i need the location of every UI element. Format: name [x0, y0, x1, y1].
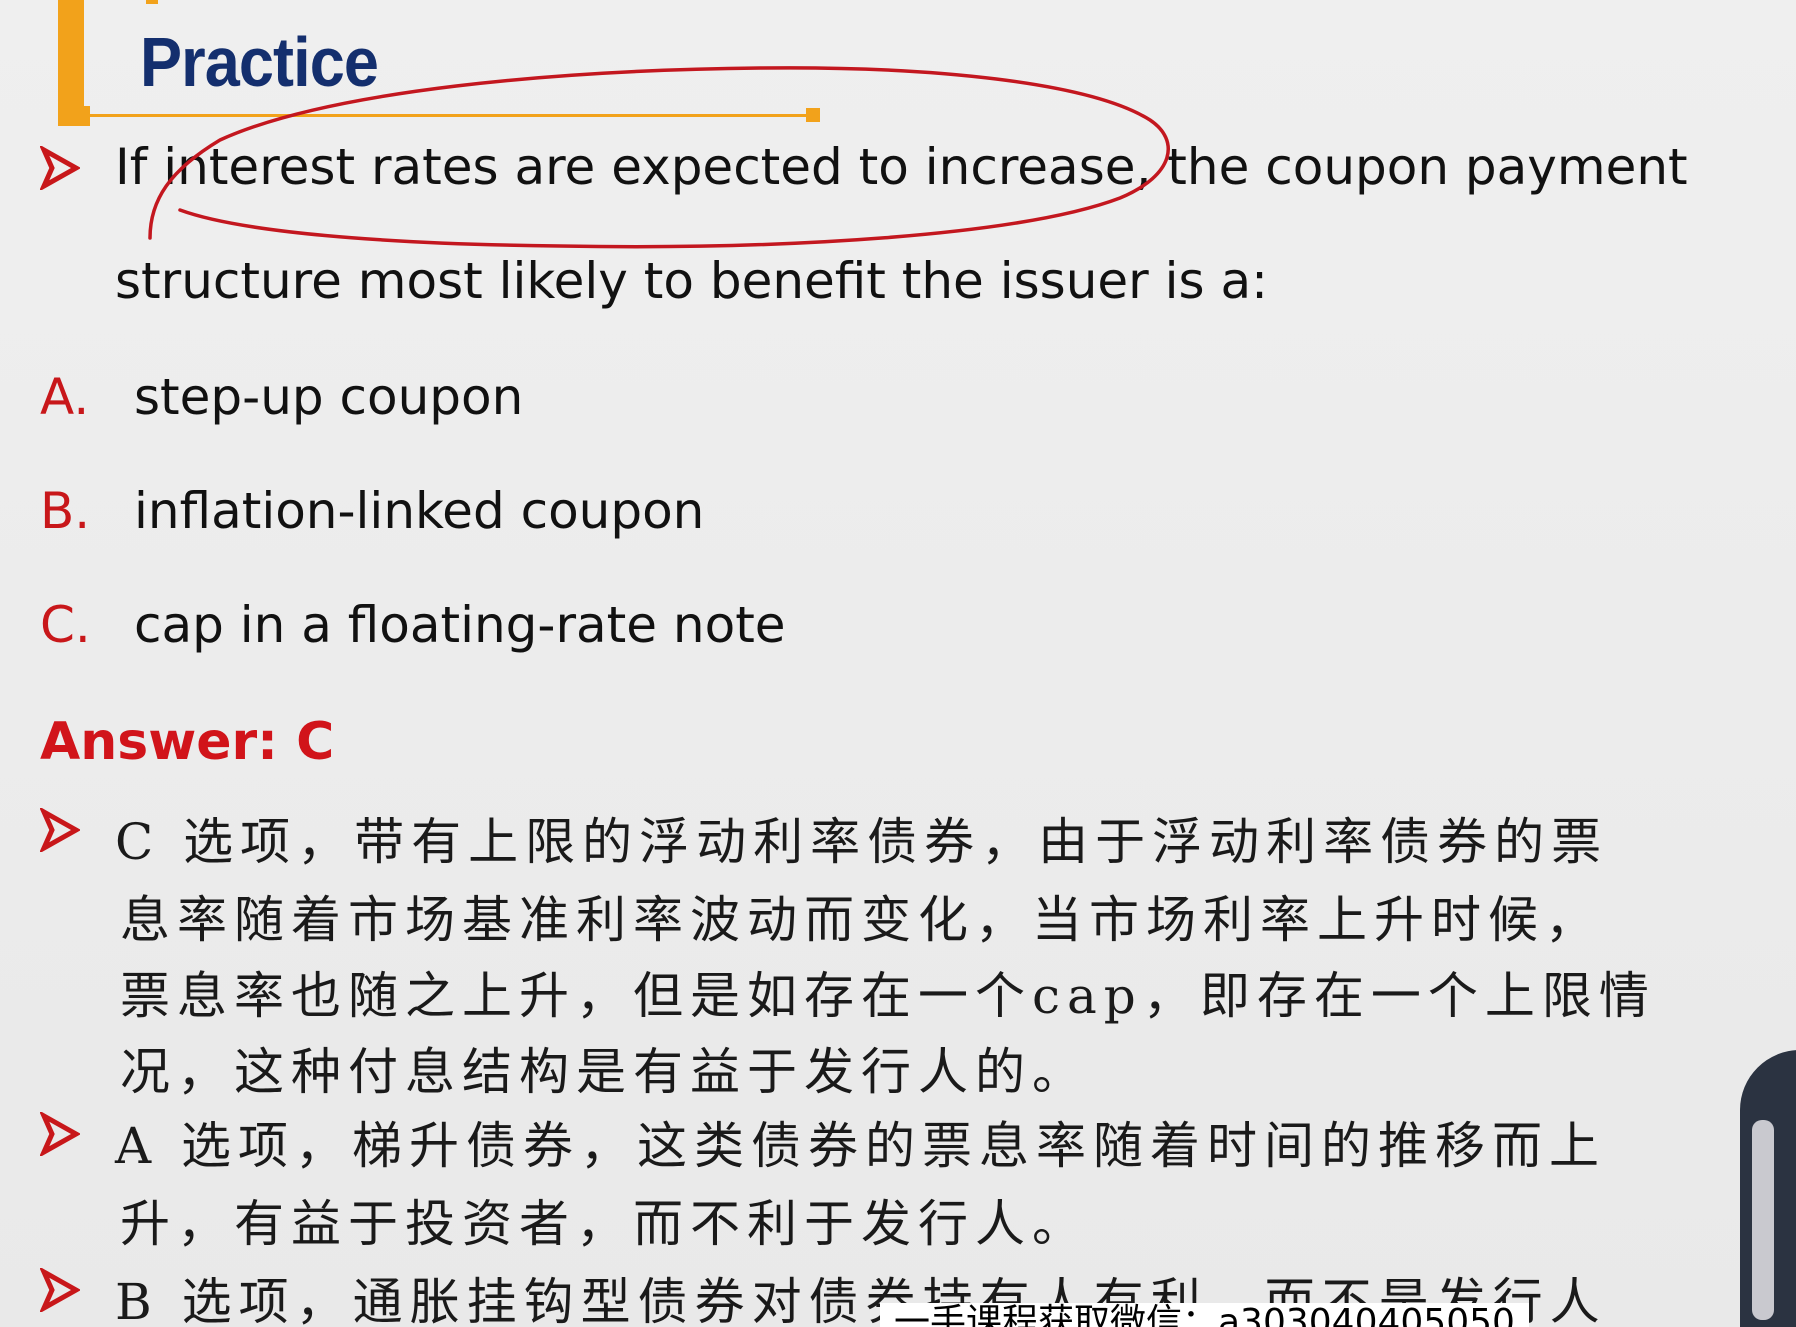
title-top-tick-decoration [146, 0, 158, 4]
option-a-text: step-up coupon [134, 368, 524, 426]
title-underline-end-dot [806, 108, 820, 122]
option-c-text: cap in a floating-rate note [134, 596, 786, 654]
bullet-arrow-icon [40, 146, 80, 190]
option-c-letter: C. [40, 596, 91, 654]
bullet-arrow-icon [40, 1268, 80, 1312]
answer-label: Answer: C [40, 712, 335, 772]
slide-title: Practice [140, 23, 379, 101]
bullet-arrow-icon [40, 1112, 80, 1156]
explanation-a-line-2: 升，有益于投资者，而不利于发行人。 [120, 1195, 1089, 1253]
slide: Practice If interest rates are expected … [0, 0, 1796, 1327]
explanation-c-line-1: C 选项，带有上限的浮动利率债券，由于浮动利率债券的票 [115, 813, 1609, 871]
explanation-c-line-3: 票息率也随之上升，但是如存在一个cap，即存在一个上限情 [120, 967, 1656, 1025]
question-line-2: structure most likely to benefit the iss… [115, 252, 1268, 310]
watermark-overlay: 一手课程获取微信：a303040405050 [880, 1303, 1529, 1327]
option-b-letter: B. [40, 482, 91, 540]
presenter-collar [1752, 1120, 1774, 1320]
explanation-a-line-1: A 选项，梯升债券，这类债券的票息率随着时间的推移而上 [115, 1117, 1607, 1175]
question-line-1: If interest rates are expected to increa… [115, 138, 1688, 196]
bullet-arrow-icon [40, 808, 80, 852]
explanation-c-line-2: 息率随着市场基准利率波动而变化，当市场利率上升时候， [120, 891, 1602, 949]
option-a-letter: A. [40, 368, 90, 426]
title-underline [86, 114, 810, 117]
explanation-c-line-4: 况，这种付息结构是有益于发行人的。 [120, 1043, 1089, 1101]
option-b-text: inflation-linked coupon [134, 482, 705, 540]
